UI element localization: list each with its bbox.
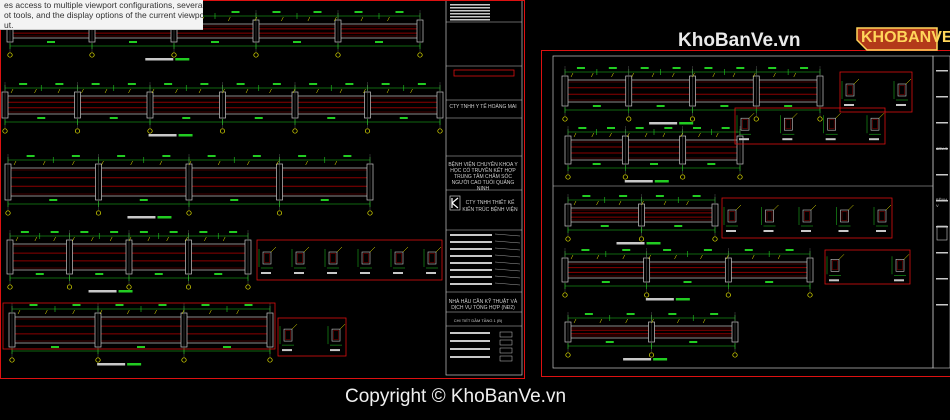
cad-drawing-canvas[interactable]: CTY TNHH Y TẾ HOÀNG MAI BỆNH VIỆN CHUYÊN…	[0, 0, 950, 420]
viewport-tooltip: es access to multiple viewport configura…	[0, 0, 203, 30]
watermark-logo: KHOBANVE	[853, 24, 950, 54]
tooltip-line-2: ot tools, and the display options of the…	[4, 10, 203, 20]
right-title-company: CTY T	[936, 146, 948, 151]
drawing-sheet-right	[541, 50, 950, 377]
watermark-bottom: Copyright © KhoBanVe.vn	[345, 386, 567, 407]
drawing-sheet-left	[0, 0, 525, 379]
watermark-top: KhoBanVe.vn	[678, 30, 801, 51]
title-block-drawing-name: CHI TIẾT DẦM TẦNG 1 (B)	[453, 318, 503, 323]
right-title-label: BỆNH V	[936, 197, 948, 208]
title-block-company: CTY TNHH Y TẾ HOÀNG MAI	[449, 104, 517, 110]
tooltip-line-3: ut.	[4, 20, 14, 30]
title-block-building: NHÀ HẬU CẦN KỸ THUẬT VÀ DỊCH VỤ TỔNG HỢP…	[448, 299, 518, 311]
title-block-designer-line2: KIẾN TRÚC BỆNH VIỆN	[462, 207, 518, 213]
title-block-designer-line1: CTY TNHH THIẾT KẾ	[465, 200, 515, 206]
title-block-project: BỆNH VIỆN CHUYÊN KHOA Y HỌC CỔ TRUYỀN KẾ…	[448, 162, 518, 192]
tooltip-line-1: es access to multiple viewport configura…	[4, 0, 203, 10]
logo-text: KHOBANVE	[861, 29, 950, 46]
